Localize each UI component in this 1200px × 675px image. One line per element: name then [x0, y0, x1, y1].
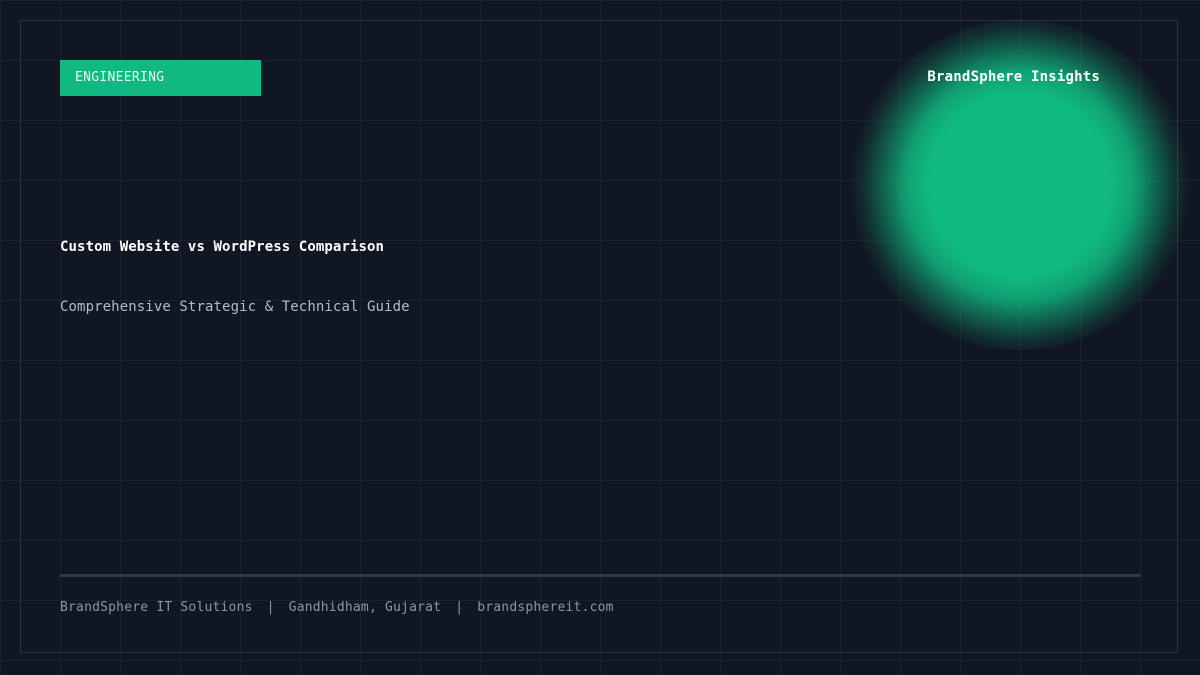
footer-divider — [60, 574, 1141, 577]
banner-canvas: ENGINEERING BrandSphere Insights Custom … — [0, 0, 1200, 675]
footer-website: brandsphereit.com — [477, 600, 614, 615]
footer-location: Gandhidham, Gujarat — [288, 600, 442, 615]
footer-company: BrandSphere IT Solutions — [60, 600, 253, 615]
brand-name: BrandSphere Insights — [927, 69, 1100, 85]
footer-separator: | — [266, 600, 275, 615]
footer-info: BrandSphere IT Solutions | Gandhidham, Guj… — [60, 600, 614, 615]
footer-separator: | — [455, 600, 464, 615]
page-subtitle: Comprehensive Strategic & Technical Guid… — [60, 299, 410, 315]
category-tag: ENGINEERING — [60, 60, 261, 96]
page-title: Custom Website vs WordPress Comparison — [60, 239, 385, 255]
